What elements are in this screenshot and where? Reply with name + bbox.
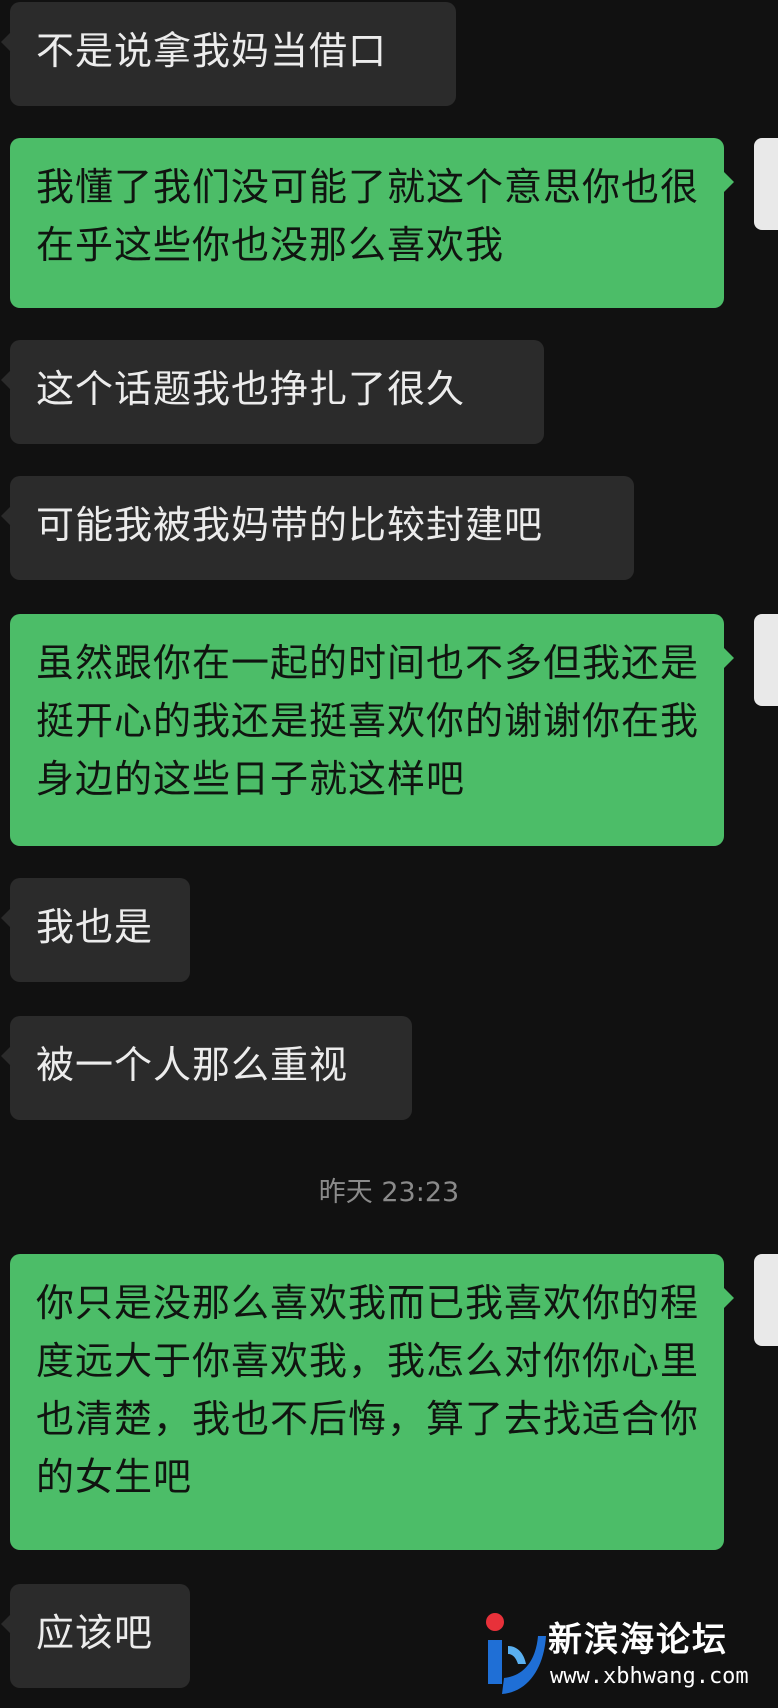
message-text: 这个话题我也挣扎了很久	[36, 367, 466, 411]
message-text: 你只是没那么喜欢我而已我喜欢你的程度远大于你喜欢我，我怎么对你你心里也清楚，我也…	[36, 1281, 700, 1499]
message-bubble-incoming[interactable]: 不是说拿我妈当借口	[1, 2, 456, 106]
message-text: 虽然跟你在一起的时间也不多但我还是挺开心的我还是挺喜欢你的谢谢你在我身边的这些日…	[36, 641, 700, 801]
message-text: 我也是	[36, 905, 154, 949]
message-text: 我懂了我们没可能了就这个意思你也很在乎这些你也没那么喜欢我	[36, 165, 700, 267]
timestamp: 昨天 23:23	[318, 1177, 460, 1208]
message-bubble-incoming[interactable]: 可能我被我妈带的比较封建吧	[1, 476, 634, 580]
message-bubble-outgoing[interactable]: 你只是没那么喜欢我而已我喜欢你的程度远大于你喜欢我，我怎么对你你心里也清楚，我也…	[10, 1254, 734, 1550]
message-bubble-incoming[interactable]: 应该吧	[1, 1584, 190, 1688]
avatar[interactable]	[754, 138, 778, 230]
message-bubble-outgoing[interactable]: 我懂了我们没可能了就这个意思你也很在乎这些你也没那么喜欢我	[10, 138, 734, 308]
avatar[interactable]	[754, 1254, 778, 1346]
message-text: 被一个人那么重视	[36, 1043, 349, 1087]
watermark-url: www.xbhwang.com	[550, 1664, 749, 1689]
message-text: 可能我被我妈带的比较封建吧	[36, 503, 544, 547]
message-text: 不是说拿我妈当借口	[36, 29, 388, 73]
message-bubble-incoming[interactable]: 我也是	[1, 878, 190, 982]
message-bubble-incoming[interactable]: 这个话题我也挣扎了很久	[1, 340, 544, 444]
avatar[interactable]	[754, 614, 778, 706]
message-bubble-outgoing[interactable]: 虽然跟你在一起的时间也不多但我还是挺开心的我还是挺喜欢你的谢谢你在我身边的这些日…	[10, 614, 734, 846]
watermark-name: 新滨海论坛	[548, 1620, 728, 1660]
watermark-logo-icon	[486, 1613, 546, 1694]
message-text: 应该吧	[36, 1611, 154, 1655]
watermark: 新滨海论坛 www.xbhwang.com	[478, 1606, 778, 1706]
message-bubble-incoming[interactable]: 被一个人那么重视	[1, 1016, 412, 1120]
